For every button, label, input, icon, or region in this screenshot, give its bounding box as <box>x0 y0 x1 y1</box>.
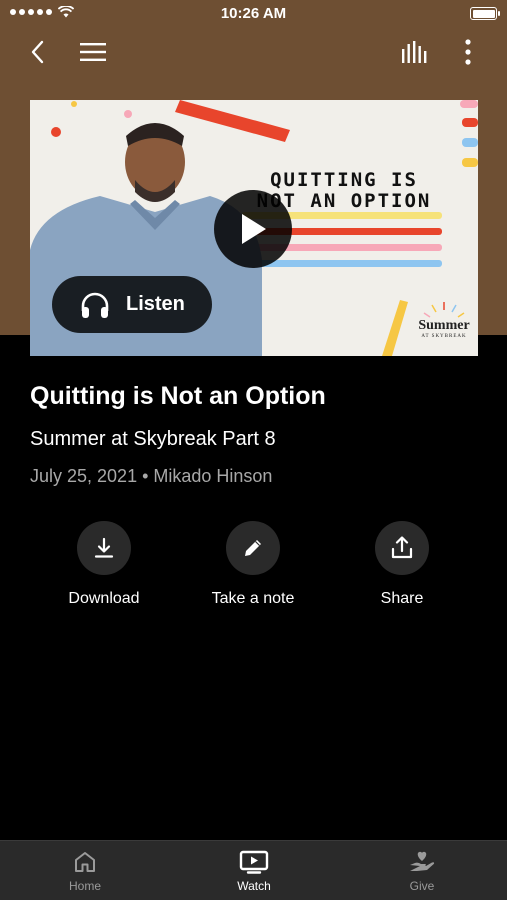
more-vertical-icon <box>465 39 471 65</box>
back-button[interactable] <box>22 36 54 68</box>
play-icon <box>242 214 266 244</box>
headphones-icon <box>81 292 109 318</box>
more-options-button[interactable] <box>452 36 484 68</box>
bottom-tab-bar: Home Watch Give <box>0 840 507 900</box>
download-icon <box>94 537 114 558</box>
download-button[interactable]: Download <box>24 521 184 608</box>
tab-watch[interactable]: Watch <box>194 841 314 900</box>
chevron-left-icon <box>31 40 44 64</box>
home-icon <box>75 852 95 872</box>
thumbnail-logo-subtext: AT SKYBREAK <box>421 334 467 339</box>
share-button[interactable]: Share <box>322 521 482 608</box>
download-circle <box>77 521 131 575</box>
share-circle <box>375 521 429 575</box>
thumbnail-logo-text: Summer <box>418 318 470 333</box>
hand-heart-icon <box>410 851 435 871</box>
tab-give[interactable]: Give <box>362 841 482 900</box>
take-note-circle <box>226 521 280 575</box>
share-label: Share <box>380 590 424 607</box>
status-time: 10:26 AM <box>220 5 287 22</box>
hamburger-icon <box>80 43 106 61</box>
video-player[interactable]: QUITTING IS NOT AN OPTION Summer AT SKYB… <box>30 100 478 356</box>
listen-label: Listen <box>126 293 185 315</box>
play-button[interactable] <box>214 190 292 268</box>
tab-home[interactable]: Home <box>25 841 145 900</box>
sermon-meta: July 25, 2021 • Mikado Hinson <box>30 466 273 486</box>
thumbnail-logo: Summer AT SKYBREAK <box>414 318 474 339</box>
tv-play-icon <box>239 850 269 874</box>
take-note-button[interactable]: Take a note <box>173 521 333 608</box>
share-icon <box>391 536 413 559</box>
listen-button[interactable]: Listen <box>52 276 212 333</box>
top-nav <box>0 32 507 72</box>
take-note-label: Take a note <box>211 590 295 607</box>
pencil-icon <box>245 540 261 556</box>
audio-levels-button[interactable] <box>399 36 431 68</box>
tab-watch-label: Watch <box>237 879 271 893</box>
download-label: Download <box>68 590 140 607</box>
sermon-title: Quitting is Not an Option <box>30 382 326 410</box>
equalizer-icon <box>402 41 427 63</box>
status-bar: 10:26 AM <box>0 0 507 28</box>
tab-give-label: Give <box>409 879 435 893</box>
menu-button[interactable] <box>77 36 109 68</box>
tab-home-label: Home <box>68 879 101 893</box>
sermon-series: Summer at Skybreak Part 8 <box>30 428 276 450</box>
battery-icon <box>470 7 500 20</box>
